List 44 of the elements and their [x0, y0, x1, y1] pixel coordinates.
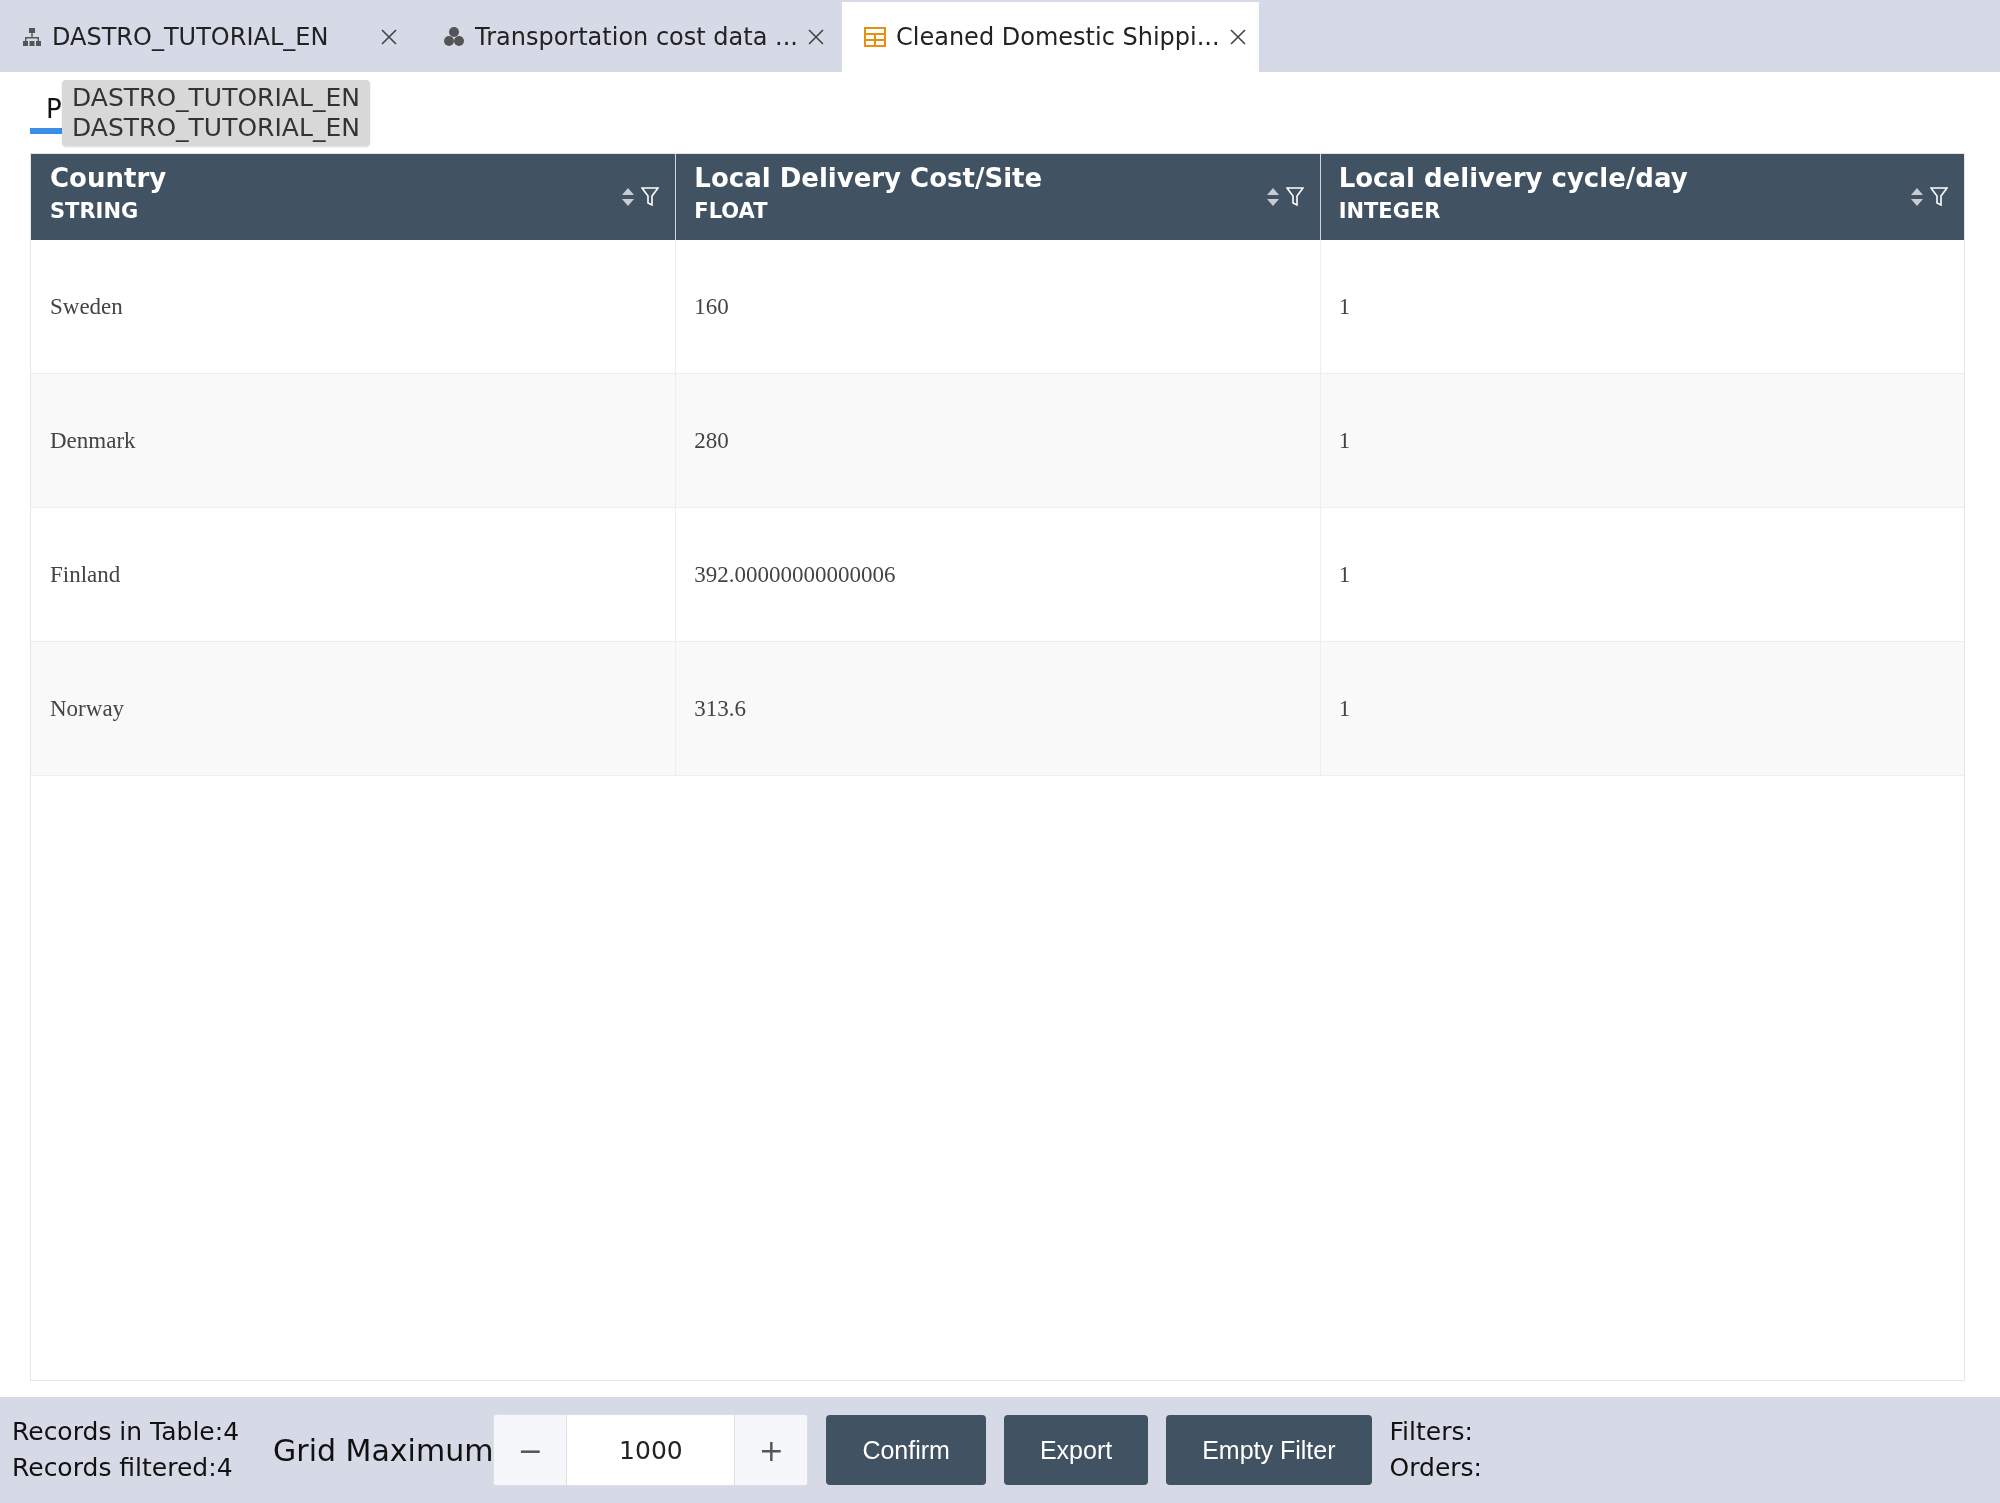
- circles-icon: [443, 26, 465, 48]
- column-type: FLOAT: [694, 199, 769, 223]
- filter-icon[interactable]: [1930, 187, 1948, 207]
- filters-label: Filters:: [1389, 1416, 1474, 1448]
- column-type: INTEGER: [1338, 199, 1442, 223]
- table-cell: Norway: [50, 695, 125, 722]
- filter-icon[interactable]: [1285, 187, 1304, 207]
- file-tab[interactable]: Cleaned Domestic Shippi...: [842, 2, 1259, 72]
- number-input[interactable]: 1000: [566, 1415, 736, 1485]
- filter-icon[interactable]: [641, 187, 660, 207]
- close-icon[interactable]: [1229, 29, 1246, 45]
- column-header: Local delivery cycle/day: [1338, 163, 1689, 193]
- table-cell: Finland: [50, 561, 121, 588]
- table-cell: 313.6: [694, 695, 747, 722]
- filtered-count: Records filtered:4: [12, 1452, 234, 1484]
- table-cell: 160: [694, 293, 729, 320]
- hierarchy-icon: [22, 27, 42, 47]
- number-stepper[interactable]: − 1000 +: [493, 1414, 809, 1486]
- sort-icon[interactable]: [1265, 187, 1280, 207]
- table-cell: 280: [694, 427, 729, 454]
- table-cell: Sweden: [50, 293, 123, 320]
- action-button[interactable]: Confirm: [826, 1415, 986, 1485]
- grid-maximum-label: Grid Maximum: [273, 1432, 494, 1468]
- decrement-button[interactable]: −: [494, 1415, 567, 1485]
- sort-icon[interactable]: [621, 187, 636, 207]
- orders-label: Orders:: [1389, 1452, 1483, 1484]
- sort-icon[interactable]: [1910, 187, 1924, 207]
- column-type: STRING: [50, 199, 140, 223]
- table-icon: [864, 27, 886, 47]
- action-button[interactable]: Export: [1003, 1415, 1149, 1485]
- table-cell: 1: [1338, 427, 1351, 454]
- column-header: Local Delivery Cost/Site: [694, 163, 1044, 193]
- close-icon[interactable]: [807, 29, 824, 45]
- table-cell: 392.00000000000006: [694, 561, 896, 588]
- table-cell: Denmark: [50, 427, 136, 454]
- column-header: Country: [50, 163, 168, 193]
- action-button[interactable]: Empty Filter: [1166, 1415, 1372, 1485]
- table-cell: 1: [1338, 293, 1351, 320]
- table-cell: 1: [1338, 561, 1351, 588]
- table-cell: 1: [1338, 695, 1351, 722]
- tooltip: DASTRO_TUTORIAL_EN DASTRO_TUTORIAL_EN: [62, 80, 370, 146]
- record-count: Records in Table:4: [12, 1416, 240, 1448]
- increment-button[interactable]: +: [735, 1415, 808, 1485]
- close-icon[interactable]: [381, 29, 397, 45]
